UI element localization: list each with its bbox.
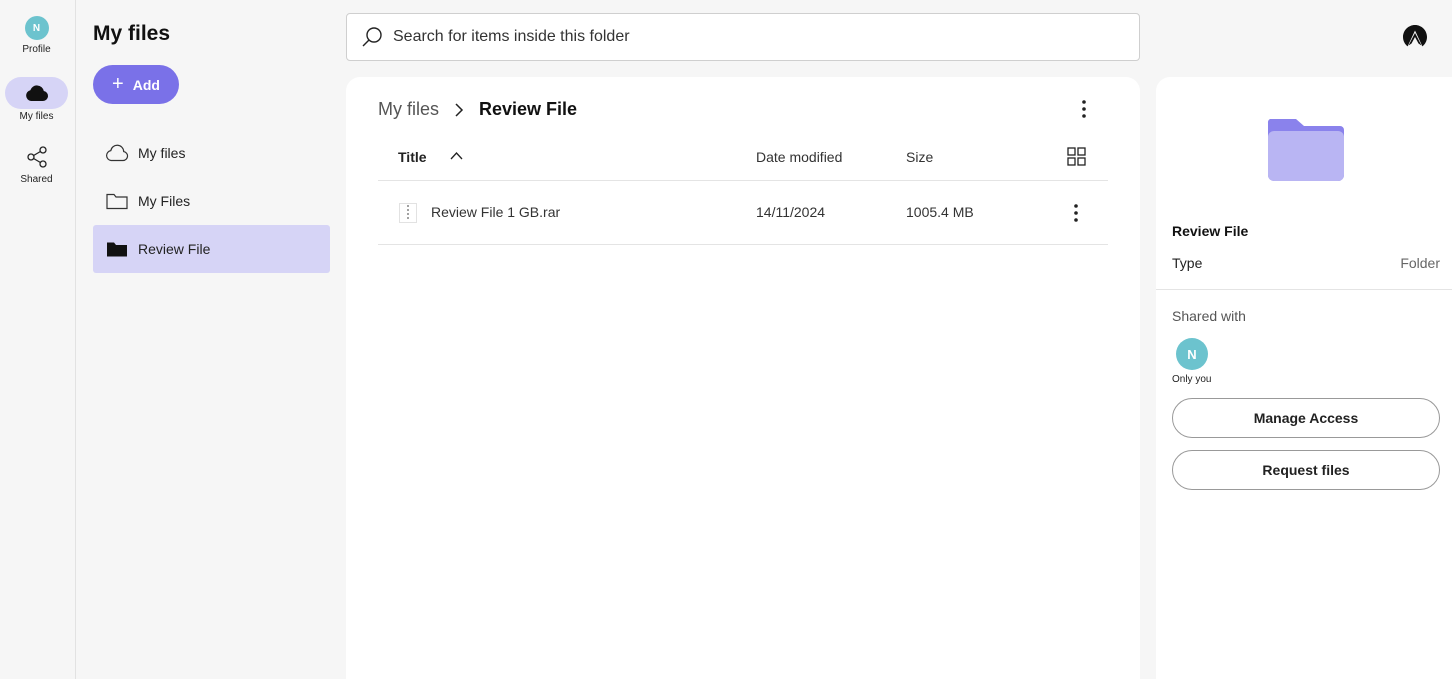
folder-panel: My files + Add My files My Files Review … <box>77 0 346 679</box>
search-bar <box>346 13 1140 61</box>
profile-avatar: N <box>24 16 49 40</box>
folder-filled-icon <box>105 237 129 261</box>
tree-item-label: My Files <box>138 193 191 209</box>
tree-item-review-file[interactable]: Review File <box>93 225 330 273</box>
file-more-options[interactable] <box>1064 201 1088 225</box>
rail-shared-label: Shared <box>20 174 53 185</box>
manage-access-button[interactable]: Manage Access <box>1172 398 1440 438</box>
tree-item-my-files-folder[interactable]: My Files <box>93 177 330 225</box>
detail-type-value: Folder <box>1400 255 1440 271</box>
breadcrumb: My files Review File <box>378 99 577 120</box>
plus-icon: + <box>112 72 124 95</box>
table-header: Title Date modified Size <box>378 135 1108 181</box>
page-title: My files <box>93 22 171 45</box>
shared-user-avatar: N <box>1176 338 1208 370</box>
rail-profile[interactable]: N Profile <box>5 16 68 70</box>
divider <box>1156 289 1452 290</box>
grid-view-icon[interactable] <box>1067 147 1086 166</box>
file-list-panel: My files Review File Title Date modified… <box>346 77 1140 679</box>
app-rail: N Profile My files Shared <box>0 0 76 679</box>
detail-type-row: Type Folder <box>1172 255 1440 271</box>
breadcrumb-root[interactable]: My files <box>378 99 439 120</box>
add-button[interactable]: + Add <box>93 65 179 104</box>
sort-ascending-icon[interactable] <box>450 151 463 160</box>
tree-item-label: My files <box>138 145 186 161</box>
column-size[interactable]: Size <box>906 149 933 165</box>
add-button-label: Add <box>132 76 160 93</box>
breadcrumb-current: Review File <box>479 99 578 119</box>
folder-preview-icon <box>1267 119 1344 181</box>
table-row[interactable]: Review File 1 GB.rar 14/11/2024 1005.4 M… <box>378 181 1108 245</box>
file-date-modified: 14/11/2024 <box>756 204 826 220</box>
rail-my-files-pill <box>5 77 68 109</box>
file-size: 1005.4 MB <box>906 204 974 220</box>
column-title[interactable]: Title <box>398 149 427 165</box>
detail-item-name: Review File <box>1172 223 1249 239</box>
more-vertical-icon <box>1074 204 1078 222</box>
search-input[interactable] <box>393 28 1093 46</box>
tree-item-label: Review File <box>138 241 211 257</box>
rail-my-files-label: My files <box>19 111 54 122</box>
shared-user-caption: Only you <box>1172 374 1212 385</box>
shared-with-label: Shared with <box>1172 308 1246 324</box>
tree-item-my-files[interactable]: My files <box>93 129 330 177</box>
column-date-modified[interactable]: Date modified <box>756 149 842 165</box>
folder-outline-icon <box>105 189 129 213</box>
rail-my-files[interactable]: My files <box>5 77 68 131</box>
chevron-right-icon <box>455 102 464 117</box>
share-icon <box>26 146 47 168</box>
rail-profile-label: Profile <box>22 44 51 55</box>
search-icon <box>362 27 382 47</box>
rail-shared[interactable]: Shared <box>5 145 68 199</box>
detail-type-label: Type <box>1172 255 1203 271</box>
brand-logo-icon <box>1403 25 1427 47</box>
cloud-outline-icon <box>105 141 129 165</box>
file-name: Review File 1 GB.rar <box>431 204 561 220</box>
archive-file-icon <box>399 203 417 223</box>
details-panel: Review File Type Folder Shared with N On… <box>1156 77 1452 679</box>
more-vertical-icon <box>1082 100 1086 118</box>
folder-more-options[interactable] <box>1072 97 1096 121</box>
request-files-button[interactable]: Request files <box>1172 450 1440 490</box>
cloud-filled-icon <box>25 85 48 102</box>
